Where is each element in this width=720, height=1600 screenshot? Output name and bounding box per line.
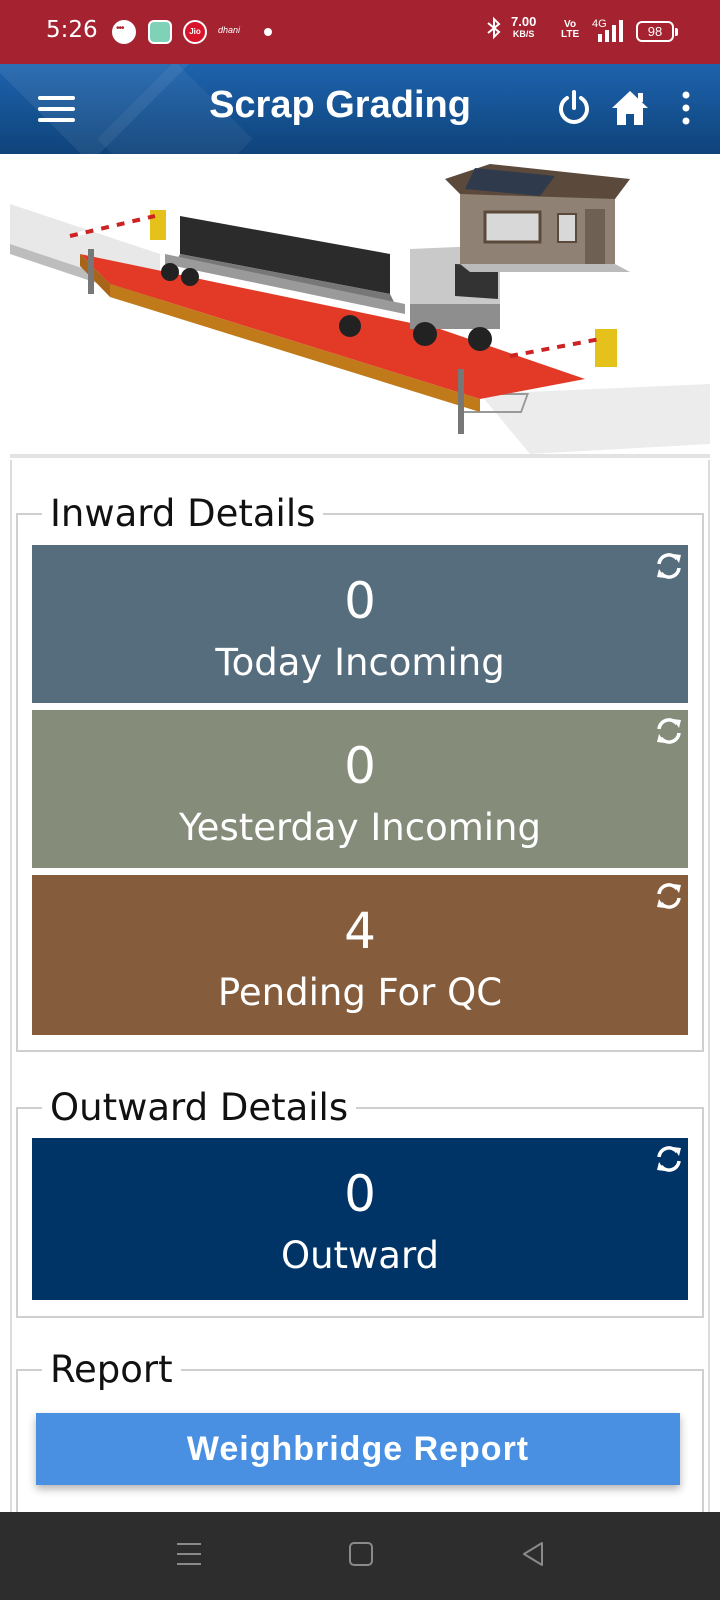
refresh-icon[interactable] xyxy=(654,551,684,581)
system-nav-bar xyxy=(0,1512,720,1600)
kebab-menu-icon[interactable] xyxy=(678,88,694,128)
home-nav-icon[interactable] xyxy=(348,1540,374,1568)
yesterday-incoming-label: Yesterday Incoming xyxy=(179,806,541,849)
yesterday-incoming-value: 0 xyxy=(344,737,376,795)
inward-title: Inward Details xyxy=(50,492,316,535)
signal-icon: 4G xyxy=(590,18,626,44)
pending-qc-label: Pending For QC xyxy=(217,971,503,1014)
outward-label: Outward xyxy=(280,1234,440,1277)
app-header: Scrap Grading xyxy=(0,64,720,154)
report-title: Report xyxy=(50,1348,173,1391)
today-incoming-tile[interactable]: 0 Today Incoming xyxy=(32,545,688,703)
yesterday-incoming-tile[interactable]: 0 Yesterday Incoming xyxy=(32,710,688,868)
dhani-icon: dhani xyxy=(218,25,241,35)
notification-dot-icon xyxy=(264,28,272,36)
refresh-icon[interactable] xyxy=(654,716,684,746)
speed-value: 7.00 xyxy=(511,14,537,29)
home-icon[interactable] xyxy=(610,88,650,128)
back-icon[interactable] xyxy=(520,1540,546,1568)
jio-icon: Jio xyxy=(183,20,207,44)
weighbridge-banner-image xyxy=(10,154,710,458)
battery-icon: 98 xyxy=(636,21,678,42)
today-incoming-value: 0 xyxy=(344,572,376,630)
status-time: 5:26 xyxy=(46,17,98,43)
app-icon xyxy=(148,20,172,44)
message-icon xyxy=(112,20,136,44)
volte-indicator: Vo LTE xyxy=(561,20,579,40)
status-bar: 5:26 Jio dhani 7.00 KB/S Vo LTE 4G 98 xyxy=(0,0,720,64)
refresh-icon[interactable] xyxy=(654,881,684,911)
today-incoming-label: Today Incoming xyxy=(215,641,505,684)
volte-bottom: LTE xyxy=(561,29,580,40)
weighbridge-report-button[interactable]: Weighbridge Report xyxy=(36,1413,680,1485)
network-speed: 7.00 KB/S xyxy=(511,14,537,40)
pending-qc-tile[interactable]: 4 Pending For QC xyxy=(32,875,688,1035)
pending-qc-value: 4 xyxy=(344,902,376,960)
outward-title: Outward Details xyxy=(50,1086,349,1129)
speed-unit: KB/S xyxy=(512,29,535,39)
outward-tile[interactable]: 0 Outward xyxy=(32,1138,688,1300)
refresh-icon[interactable] xyxy=(654,1144,684,1174)
recents-icon[interactable] xyxy=(176,1540,202,1568)
bluetooth-icon xyxy=(486,16,502,46)
outward-value: 0 xyxy=(344,1165,376,1223)
power-icon[interactable] xyxy=(556,88,592,128)
